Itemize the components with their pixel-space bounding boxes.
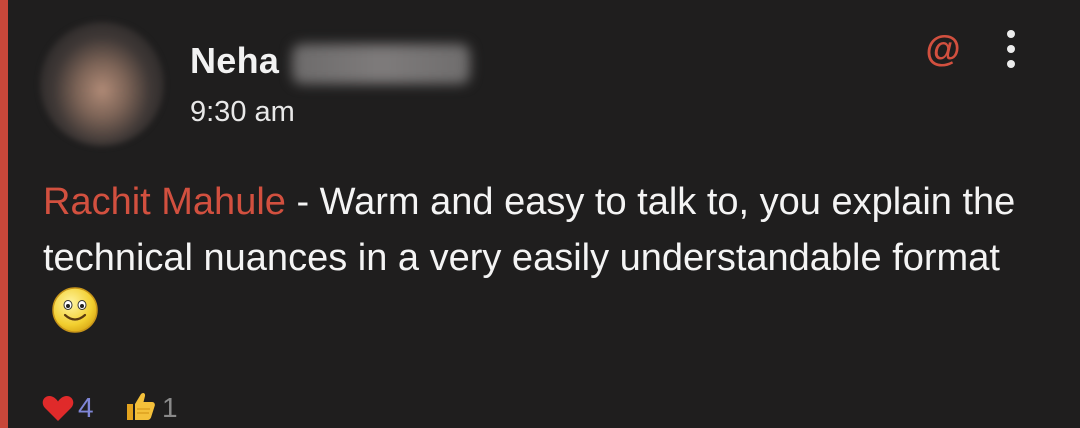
- blurred-surname: [292, 44, 470, 84]
- accent-bar: [0, 0, 8, 428]
- more-options-button[interactable]: [995, 26, 1029, 72]
- post-timestamp: 9:30 am: [190, 96, 295, 128]
- post-card: Neha 9:30 am @ Rachit Mahule - Warm and …: [0, 0, 1080, 428]
- heart-reaction[interactable]: 4: [42, 388, 104, 428]
- mentioned-user-link[interactable]: Rachit Mahule: [43, 181, 286, 223]
- like-count: 1: [162, 392, 178, 423]
- like-reaction[interactable]: 1: [124, 388, 186, 428]
- smiley-emoji-icon: [51, 286, 99, 350]
- heart-icon: [42, 396, 74, 421]
- avatar[interactable]: [40, 22, 164, 146]
- heart-count: 4: [78, 392, 94, 423]
- thumbs-up-icon: [127, 392, 155, 420]
- comment-body: Rachit Mahule - Warm and easy to talk to…: [43, 174, 1023, 350]
- mention-button[interactable]: @: [920, 26, 966, 72]
- author-name[interactable]: Neha: [190, 40, 279, 82]
- at-sign-icon: @: [925, 28, 961, 69]
